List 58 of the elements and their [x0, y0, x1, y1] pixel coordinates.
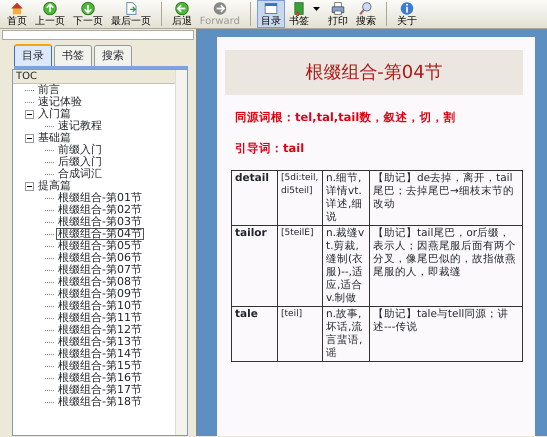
- tree-item[interactable]: 根缀组合-第03节: [56, 216, 144, 228]
- toolbar-button[interactable]: 后退: [168, 0, 196, 28]
- sidebar-tab[interactable]: 搜索: [94, 44, 132, 66]
- tree-item[interactable]: 基础篇: [36, 132, 73, 144]
- tree-item[interactable]: 前缀入门: [56, 144, 104, 156]
- page-line: 同源词根：tel,tal,tail数，叙述，切，割: [235, 109, 456, 126]
- page-line: 引导词：tail: [235, 140, 306, 158]
- tree-item[interactable]: 根缀组合-第12节: [56, 324, 144, 336]
- note-cell: 【助记】tail尾巴，or后缀，表示人；因燕尾服后面有两个分叉，像尾巴似的，故指做燕尾服的人，即裁缝: [370, 225, 522, 306]
- word-cell: tailor: [232, 225, 278, 306]
- tree-item[interactable]: 根缀组合-第01节: [56, 192, 144, 204]
- tree-item[interactable]: 根缀组合-第14节: [56, 348, 144, 360]
- tree-item[interactable]: 根缀组合-第17节: [56, 384, 144, 396]
- tree-item[interactable]: 前言: [36, 84, 62, 96]
- note-cell: 【助记】tale与tell同源；讲述---传说: [370, 306, 522, 361]
- tree-item[interactable]: 提高篇: [36, 180, 73, 192]
- toolbar-button[interactable]: 书签: [284, 0, 313, 28]
- collapse-toggle-icon[interactable]: [25, 134, 34, 143]
- toolbar-button[interactable]: 首页: [2, 0, 31, 28]
- tree-item[interactable]: 根缀组合-第11节: [56, 312, 144, 324]
- toolbar-button[interactable]: 上一页: [30, 0, 69, 28]
- meaning-cell: n.故事,坏话,流言蜚语,谣: [322, 306, 370, 361]
- tree-item[interactable]: 根缀组合-第18节: [56, 396, 144, 408]
- caret-icon[interactable]: [312, 6, 320, 11]
- toolbar-button[interactable]: 关于: [392, 0, 421, 28]
- phonetic-cell: [5teilE]: [278, 225, 322, 306]
- phonetic-cell: [5di:teil, di5teil]: [278, 170, 322, 225]
- toolbar-button[interactable]: 打印: [324, 0, 352, 28]
- phonetic-cell: [teil]: [278, 306, 322, 361]
- word-cell: tale: [232, 306, 278, 361]
- scrollbar[interactable]: [175, 70, 187, 435]
- tree-item[interactable]: 根缀组合-第08节: [56, 276, 144, 288]
- toolbar-button[interactable]: 下一页: [68, 0, 107, 28]
- tree-item[interactable]: 后缀入门: [56, 156, 104, 168]
- sidebar-tab[interactable]: 书签: [54, 44, 92, 66]
- toolbar-button[interactable]: 目录: [256, 0, 285, 28]
- tree-item[interactable]: 根缀组合-第15节: [56, 360, 144, 372]
- tree-item[interactable]: 根缀组合-第05节: [56, 240, 144, 252]
- tree-item[interactable]: 根缀组合-第06节: [56, 252, 144, 264]
- tree-item[interactable]: 根缀组合-第07节: [56, 264, 144, 276]
- collapse-toggle-icon[interactable]: [25, 110, 34, 119]
- tree-item[interactable]: 合成词汇: [56, 168, 104, 180]
- tree-item[interactable]: 根缀组合-第02节: [56, 204, 144, 216]
- toolbar-button[interactable]: 最后一页: [106, 0, 155, 28]
- tree-item[interactable]: 入门篇: [36, 108, 73, 120]
- note-cell: 【助记】de去掉，离开，tail尾巴；去掉尾巴→细枝末节的改动: [370, 170, 522, 225]
- tree-item[interactable]: 根缀组合-第09节: [56, 288, 144, 300]
- tree-item[interactable]: 根缀组合-第04节: [56, 228, 144, 240]
- tree-item[interactable]: 根缀组合-第16节: [56, 372, 144, 384]
- tree-item[interactable]: 根缀组合-第13节: [56, 336, 144, 348]
- collapse-toggle-icon[interactable]: [25, 182, 34, 191]
- tree-item[interactable]: 根缀组合-第10节: [56, 300, 144, 312]
- word-cell: detail: [232, 170, 278, 225]
- toolbar-button[interactable]: 搜索: [352, 0, 380, 28]
- sidebar-tab[interactable]: 目录: [14, 44, 52, 66]
- tree-item[interactable]: 速记体验: [36, 96, 84, 108]
- tree-item[interactable]: 速记教程: [56, 120, 104, 132]
- page-title: 根缀组合-第04节: [225, 50, 523, 95]
